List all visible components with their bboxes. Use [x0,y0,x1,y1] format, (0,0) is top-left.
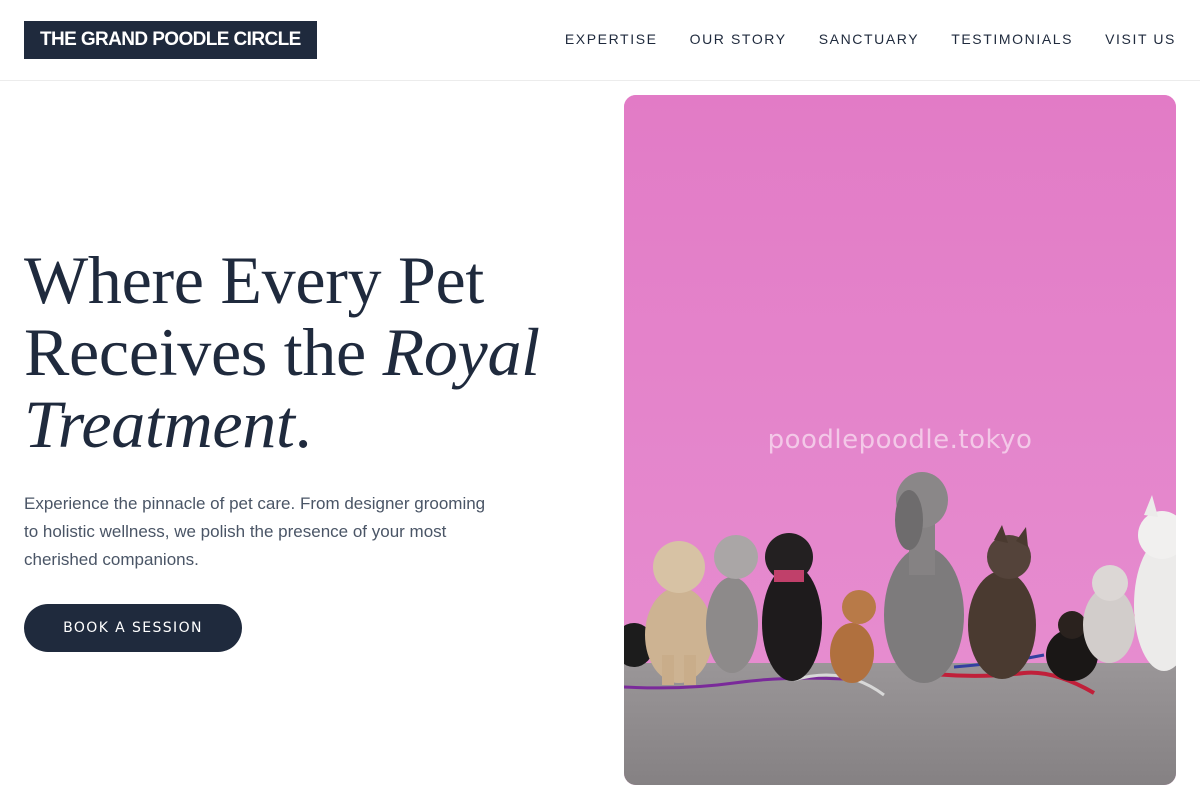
headline-line-2: Receives the [24,314,383,390]
hero-section: Where Every Pet Receives the Royal Treat… [24,244,604,652]
hero-subtext: Experience the pinnacle of pet care. Fro… [24,494,486,569]
hero-photo: poodlepoodle.tokyo [624,95,1176,785]
headline-line-1: Where Every Pet [24,242,484,318]
headline-period: . [294,386,312,462]
photo-watermark: poodlepoodle.tokyo [767,425,1033,455]
main-nav: EXPERTISE OUR STORY SANCTUARY TESTIMONIA… [565,0,1176,78]
book-session-button[interactable]: BOOK A SESSION [24,604,242,652]
brand-logo[interactable]: THE GRAND POODLE CIRCLE [24,21,317,59]
nav-item-our-story[interactable]: OUR STORY [690,31,787,47]
headline-treatment: Treatment [24,386,295,462]
nav-item-testimonials[interactable]: TESTIMONIALS [951,31,1073,47]
hero-headline: Where Every Pet Receives the Royal Treat… [24,244,604,460]
headline-royal: Royal [382,314,540,390]
nav-item-expertise[interactable]: EXPERTISE [565,31,658,47]
site-header: THE GRAND POODLE CIRCLE EXPERTISE OUR ST… [0,0,1200,81]
nav-item-visit-us[interactable]: VISIT US [1105,31,1176,47]
nav-item-sanctuary[interactable]: SANCTUARY [819,31,920,47]
